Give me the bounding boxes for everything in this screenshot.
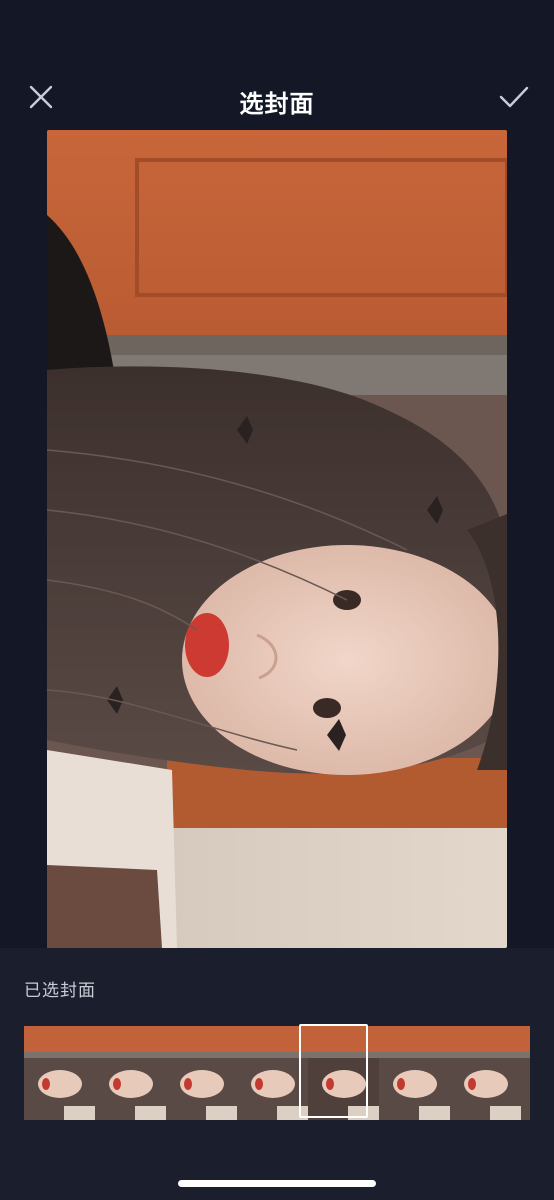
home-indicator[interactable]: [178, 1180, 376, 1187]
filmstrip-frame[interactable]: [450, 1026, 521, 1120]
filmstrip-frame[interactable]: [237, 1026, 308, 1120]
selected-cover-label: 已选封面: [24, 981, 96, 1000]
cover-picker-screen: 选封面 已选封面: [0, 0, 554, 1200]
page-title: 选封面: [239, 91, 315, 118]
filmstrip-frame[interactable]: [24, 1026, 95, 1120]
filmstrip-frame[interactable]: [166, 1026, 237, 1120]
filmstrip-frame-selected[interactable]: [308, 1026, 379, 1120]
filmstrip-frame[interactable]: [95, 1026, 166, 1120]
cover-selection-panel: 已选封面: [0, 948, 554, 1200]
filmstrip-frame[interactable]: [379, 1026, 450, 1120]
filmstrip-frame[interactable]: [521, 1026, 530, 1120]
header: 选封面: [0, 0, 554, 130]
cover-preview-image: [47, 130, 507, 948]
frame-filmstrip[interactable]: [24, 1026, 530, 1120]
checkmark-icon: [499, 86, 529, 108]
preview-photo: [47, 130, 507, 948]
confirm-button[interactable]: [494, 78, 534, 116]
